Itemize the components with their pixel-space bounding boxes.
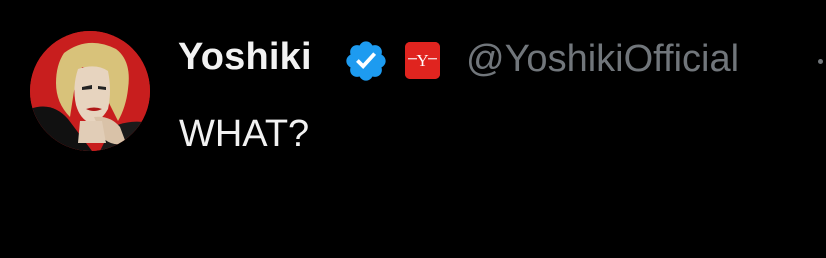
- affiliate-letter: Y: [416, 51, 428, 70]
- avatar[interactable]: [30, 31, 150, 151]
- verified-badge-icon: [343, 38, 389, 84]
- avatar-image: [30, 31, 150, 151]
- tweet: Yoshiki Y @YoshikiOfficial WHAT?: [0, 0, 826, 258]
- author-handle[interactable]: @YoshikiOfficial: [466, 38, 739, 81]
- tweet-text: WHAT?: [179, 113, 310, 155]
- affiliate-badge-icon[interactable]: Y: [405, 42, 440, 79]
- author-name[interactable]: Yoshiki: [178, 36, 312, 79]
- more-options-icon[interactable]: [818, 59, 823, 64]
